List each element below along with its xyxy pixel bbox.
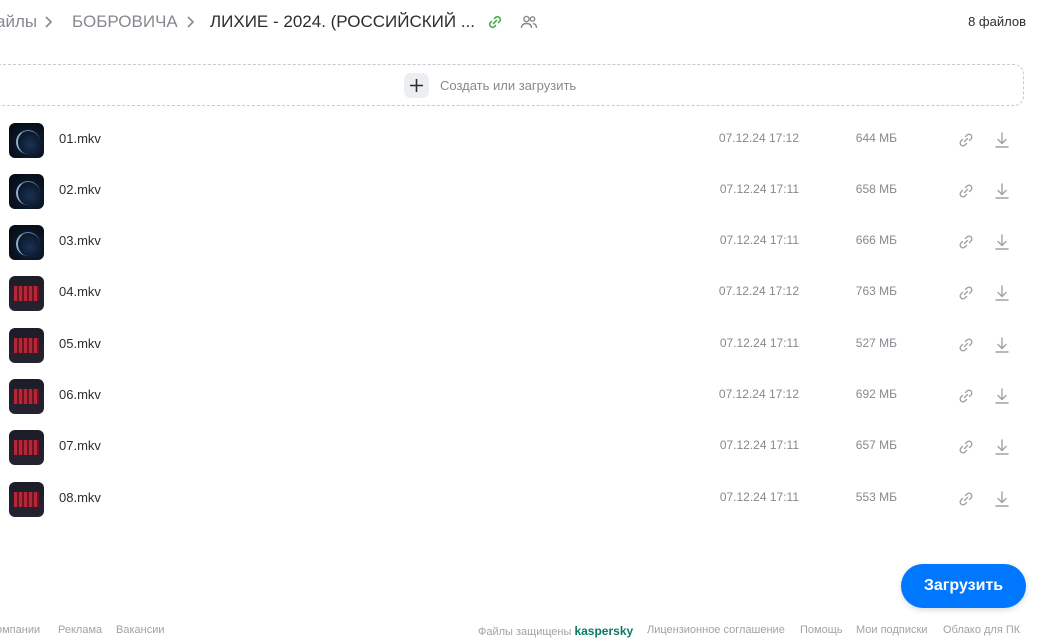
download-icon[interactable] — [993, 131, 1011, 149]
file-row[interactable]: 02.mkv 07.12.24 17:11 658 МБ — [0, 168, 1040, 214]
file-row[interactable]: 01.mkv 07.12.24 17:12 644 МБ — [0, 117, 1040, 163]
file-row[interactable]: 05.mkv 07.12.24 17:11 527 МБ — [0, 322, 1040, 368]
download-icon[interactable] — [993, 490, 1011, 508]
file-date: 07.12.24 17:12 — [718, 284, 799, 298]
footer-link-company[interactable]: омпании — [0, 624, 40, 636]
download-icon[interactable] — [993, 336, 1011, 354]
link-icon[interactable] — [957, 131, 975, 149]
file-size: 527 МБ — [855, 336, 897, 350]
footer-link-ads[interactable]: Реклама — [58, 624, 102, 636]
footer-link-desktop-app[interactable]: Облако для ПК — [943, 624, 1020, 636]
file-row[interactable]: 08.mkv 07.12.24 17:11 553 МБ — [0, 476, 1040, 522]
footer-link-jobs[interactable]: Вакансии — [116, 624, 165, 636]
file-date: 07.12.24 17:11 — [719, 438, 799, 452]
link-icon[interactable] — [485, 12, 505, 32]
file-thumbnail — [9, 225, 44, 260]
file-row[interactable]: 06.mkv 07.12.24 17:12 692 МБ — [0, 373, 1040, 419]
breadcrumb-current-folder: ЛИХИЕ - 2024. (РОССИЙСКИЙ ... — [210, 12, 475, 31]
file-name[interactable]: 05.mkv — [59, 336, 101, 351]
file-date: 07.12.24 17:11 — [719, 182, 799, 196]
breadcrumb-files[interactable]: айлы — [0, 12, 37, 32]
file-name[interactable]: 04.mkv — [59, 284, 101, 299]
footer-link-license[interactable]: Лицензионное соглашение — [647, 624, 785, 636]
kaspersky-logo: kaspersky — [574, 624, 634, 638]
file-thumbnail — [9, 174, 44, 209]
file-name[interactable]: 02.mkv — [59, 182, 101, 197]
download-icon[interactable] — [993, 182, 1011, 200]
plus-icon[interactable] — [404, 73, 429, 98]
footer-protection-text: Файлы защищены — [478, 626, 572, 638]
footer-link-help[interactable]: Помощь — [800, 624, 843, 636]
users-icon[interactable] — [519, 12, 539, 32]
link-icon[interactable] — [957, 182, 975, 200]
download-icon[interactable] — [993, 438, 1011, 456]
file-size: 763 МБ — [855, 284, 897, 298]
file-thumbnail — [9, 328, 44, 363]
link-icon[interactable] — [957, 233, 975, 251]
file-name[interactable]: 03.mkv — [59, 233, 101, 248]
file-row[interactable]: 03.mkv 07.12.24 17:11 666 МБ — [0, 219, 1040, 265]
link-icon[interactable] — [957, 438, 975, 456]
file-size: 553 МБ — [855, 490, 897, 504]
link-icon[interactable] — [957, 387, 975, 405]
footer-link-subscriptions[interactable]: Мои подписки — [856, 624, 927, 636]
file-name[interactable]: 06.mkv — [59, 387, 101, 402]
link-icon[interactable] — [957, 490, 975, 508]
link-icon[interactable] — [957, 336, 975, 354]
file-size: 644 МБ — [855, 131, 897, 145]
link-icon[interactable] — [957, 284, 975, 302]
file-row[interactable]: 07.mkv 07.12.24 17:11 657 МБ — [0, 424, 1040, 470]
chevron-right-icon — [45, 16, 53, 28]
file-date: 07.12.24 17:12 — [718, 387, 799, 401]
file-thumbnail — [9, 482, 44, 517]
download-icon[interactable] — [993, 233, 1011, 251]
file-thumbnail — [9, 276, 44, 311]
file-size: 658 МБ — [855, 182, 897, 196]
file-thumbnail — [9, 123, 44, 158]
create-or-upload-area[interactable]: Создать или загрузить — [0, 64, 1024, 106]
file-row[interactable]: 04.mkv 07.12.24 17:12 763 МБ — [0, 270, 1040, 316]
file-count: 8 файлов — [968, 14, 1026, 29]
file-name[interactable]: 01.mkv — [59, 131, 101, 146]
file-name[interactable]: 07.mkv — [59, 438, 101, 453]
file-thumbnail — [9, 379, 44, 414]
file-date: 07.12.24 17:12 — [718, 131, 799, 145]
upload-button[interactable]: Загрузить — [901, 564, 1026, 608]
file-thumbnail — [9, 430, 44, 465]
file-size: 692 МБ — [855, 387, 897, 401]
file-size: 657 МБ — [855, 438, 897, 452]
breadcrumb-folder[interactable]: БОБРОВИЧА — [72, 12, 178, 32]
file-size: 666 МБ — [855, 233, 897, 247]
file-date: 07.12.24 17:11 — [719, 490, 799, 504]
file-date: 07.12.24 17:11 — [719, 336, 799, 350]
header: айлы БОБРОВИЧА ЛИХИЕ - 2024. (РОССИЙСКИЙ… — [0, 0, 1040, 44]
download-icon[interactable] — [993, 284, 1011, 302]
create-or-upload-label[interactable]: Создать или загрузить — [440, 78, 576, 93]
download-icon[interactable] — [993, 387, 1011, 405]
chevron-right-icon — [187, 16, 195, 28]
footer-protection: Файлы защищены kaspersky — [478, 624, 633, 638]
file-name[interactable]: 08.mkv — [59, 490, 101, 505]
file-date: 07.12.24 17:11 — [719, 233, 799, 247]
